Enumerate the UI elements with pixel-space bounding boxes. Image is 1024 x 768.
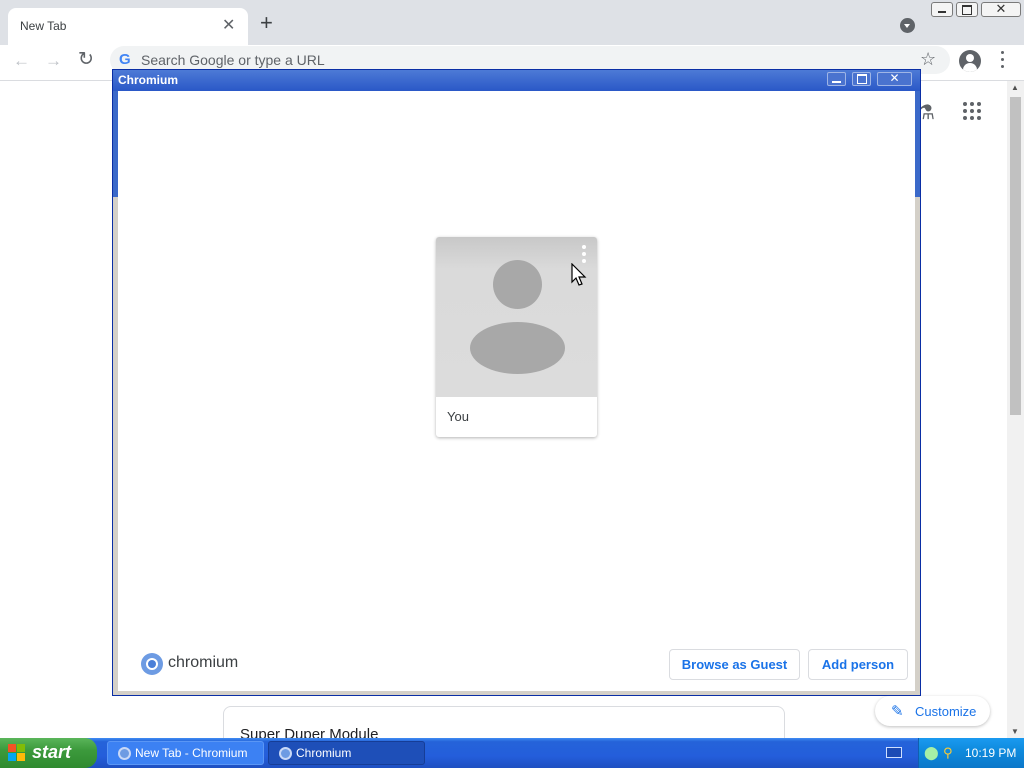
browse-as-guest-label: Browse as Guest [681,657,788,672]
search-icon[interactable]: ⚲ [943,745,953,761]
network-icon[interactable]: ⬤ [924,745,939,761]
customize-label[interactable]: Customize [915,704,976,719]
dialog-close-button[interactable]: ✕ [877,71,912,86]
apps-icon[interactable] [963,102,983,122]
keyboard-icon[interactable] [886,747,902,758]
avatar-body [470,322,565,374]
window-maximize-button[interactable] [956,2,978,17]
tab-title: New Tab [20,19,67,33]
brand-wordmark: chromium [168,654,239,671]
menu-icon[interactable] [1001,51,1005,69]
scroll-up-icon[interactable]: ▲ [1011,83,1019,92]
back-icon[interactable]: ← [13,51,30,71]
close-icon: ✕ [889,71,900,85]
dialog-maximize-button[interactable] [852,72,871,86]
tab-new-tab[interactable]: New Tab ✕ [8,8,248,45]
scroll-down-icon[interactable]: ▼ [1011,727,1019,736]
browse-as-guest-button[interactable]: Browse as Guest [669,649,800,680]
close-icon: ✕ [995,1,1007,16]
chromium-logo-icon [141,653,163,675]
new-tab-button[interactable]: + [260,12,273,34]
chromium-icon [279,747,292,760]
dialog-frame-right-lower [915,197,920,691]
kebab-icon[interactable] [582,245,586,263]
dialog-minimize-button[interactable] [827,72,846,86]
taskbar-item-label: Chromium [296,746,352,760]
windows-flag-icon [8,744,26,762]
chromium-icon [118,747,131,760]
add-person-label: Add person [821,657,895,672]
omnibox-placeholder[interactable]: Search Google or type a URL [141,52,325,68]
google-icon: G [119,51,131,68]
profile-icon[interactable] [959,50,981,72]
profile-name: You [447,409,469,424]
scrollbar-thumb[interactable] [1010,97,1021,415]
dialog-titlebar[interactable] [113,70,920,91]
forward-icon[interactable]: → [45,51,62,71]
star-icon[interactable]: ☆ [920,49,936,70]
tab-search-icon[interactable] [900,18,915,33]
window-minimize-button[interactable] [931,2,953,17]
taskbar-item-label: New Tab - Chromium [135,746,248,760]
avatar-head [493,260,542,309]
window-close-button[interactable]: ✕ [981,1,1021,17]
pencil-icon: ✎ [891,703,904,720]
start-label[interactable]: start [32,742,71,763]
mouse-cursor [571,263,587,286]
add-person-button[interactable]: Add person [808,649,908,680]
dialog-frame-right [915,91,920,197]
tab-close-icon[interactable]: ✕ [222,16,235,36]
clock[interactable]: 10:19 PM [965,746,1016,760]
reload-icon[interactable]: ↻ [78,50,94,70]
dialog-frame-bottom [113,691,920,695]
dialog-title: Chromium [118,73,178,87]
